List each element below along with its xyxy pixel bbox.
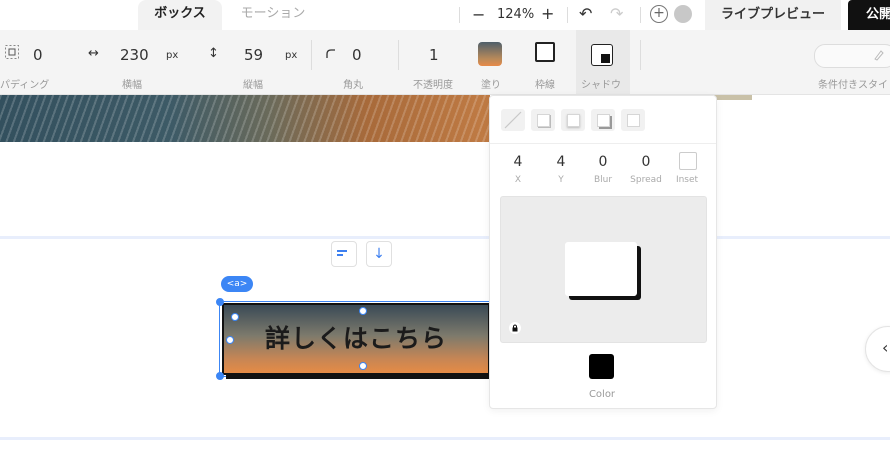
divider	[640, 7, 641, 23]
live-preview-button[interactable]: ライブプレビュー	[705, 0, 841, 30]
border-swatch[interactable]	[535, 42, 555, 62]
inset-label: Inset	[675, 175, 699, 185]
resize-handle[interactable]	[359, 307, 367, 315]
inset-checkbox[interactable]	[679, 152, 697, 170]
shadow-spread-value[interactable]: 0	[626, 154, 666, 170]
shadow-preset-large[interactable]	[591, 109, 615, 131]
width-unit: px	[166, 50, 179, 61]
add-collaborator-button[interactable]: +	[650, 5, 668, 23]
divider	[398, 40, 399, 70]
lock-icon[interactable]	[509, 322, 521, 334]
divider	[490, 143, 716, 144]
hero-image-edge	[714, 95, 752, 100]
radius-label: 角丸	[343, 80, 363, 91]
plus-icon: +	[653, 5, 665, 21]
shadow-preset-none[interactable]	[501, 109, 525, 131]
height-unit: px	[285, 50, 298, 61]
avatar[interactable]	[674, 5, 692, 23]
align-icon	[337, 250, 347, 258]
align-button[interactable]	[331, 241, 357, 267]
shadow-medium-icon	[567, 114, 580, 127]
shadow-preview	[500, 196, 707, 343]
shadow-x-label: X	[514, 175, 522, 185]
fill-swatch[interactable]	[478, 42, 502, 66]
brush-icon	[874, 50, 884, 61]
resize-handle[interactable]	[231, 313, 239, 321]
divider	[567, 7, 568, 23]
element-tag-badge[interactable]: <a>	[221, 276, 253, 292]
divider	[640, 40, 641, 70]
shadow-y-value[interactable]: 4	[541, 154, 581, 170]
width-arrow-icon: ↔	[88, 46, 99, 61]
shadow-preset-outline[interactable]	[621, 109, 645, 131]
shadow-property[interactable]: シャドウ	[576, 30, 630, 94]
publish-button[interactable]: 公開	[848, 0, 890, 30]
cta-button[interactable]: 詳しくはこちら	[222, 303, 490, 375]
corner-radius-icon	[326, 48, 336, 63]
shadow-color-label: Color	[588, 389, 616, 400]
shadow-preview-box	[565, 242, 637, 296]
property-bar: 0 パディング ↔ 230 px 横幅 ↕ 59 px 縦幅 0 角丸 1 不透…	[0, 30, 890, 95]
shadow-y-label: Y	[558, 175, 564, 185]
zoom-out-button[interactable]: −	[472, 5, 485, 24]
shadow-outline-icon	[627, 114, 640, 127]
shadow-panel: 4 X 4 Y 0 Blur 0 Spread Inset Color	[489, 95, 717, 409]
undo-button[interactable]: ↶	[579, 4, 592, 23]
width-value[interactable]: 230	[120, 46, 149, 64]
side-expand-button[interactable]: ‹	[865, 326, 890, 372]
hero-image[interactable]	[0, 95, 490, 142]
fill-label: 塗り	[481, 80, 501, 91]
resize-handle[interactable]	[216, 298, 224, 306]
chevron-left-icon: ‹	[882, 338, 889, 357]
shadow-icon	[591, 44, 613, 66]
section-boundary	[0, 437, 890, 440]
shadow-blur-value[interactable]: 0	[583, 154, 623, 170]
resize-handle[interactable]	[226, 336, 234, 344]
shadow-color-swatch[interactable]	[589, 354, 614, 379]
redo-button[interactable]: ↷	[610, 4, 623, 23]
shadow-label: シャドウ	[581, 80, 621, 91]
width-label: 横幅	[122, 80, 142, 91]
padding-label: パディング	[0, 80, 50, 91]
opacity-value[interactable]: 1	[429, 46, 439, 64]
move-down-button[interactable]: ↓	[366, 241, 392, 267]
opacity-label: 不透明度	[413, 80, 453, 91]
tab-motion[interactable]: モーション	[228, 0, 318, 30]
conditional-style-label: 条件付きスタイ	[818, 80, 888, 91]
top-bar: ボックス モーション − 124% + ↶ ↷ + ライブプレビュー 公開	[0, 0, 890, 30]
conditional-style-button[interactable]	[814, 44, 890, 68]
arrow-down-icon: ↓	[373, 246, 385, 262]
no-shadow-icon	[504, 111, 522, 129]
padding-icon	[5, 45, 19, 63]
shadow-spread-label: Spread	[630, 175, 662, 185]
height-value[interactable]: 59	[244, 46, 263, 64]
shadow-preset-small[interactable]	[531, 109, 555, 131]
section-boundary	[0, 236, 890, 239]
shadow-x-value[interactable]: 4	[498, 154, 538, 170]
height-label: 縦幅	[243, 80, 263, 91]
border-label: 枠線	[535, 80, 555, 91]
zoom-in-button[interactable]: +	[541, 4, 554, 23]
radius-value[interactable]: 0	[352, 46, 362, 64]
shadow-preset-medium[interactable]	[561, 109, 585, 131]
shadow-large-icon	[597, 114, 610, 127]
padding-value[interactable]: 0	[33, 46, 43, 64]
divider	[459, 7, 460, 23]
resize-handle[interactable]	[216, 372, 224, 380]
height-arrow-icon: ↕	[208, 46, 219, 61]
shadow-small-icon	[537, 114, 550, 127]
shadow-blur-label: Blur	[593, 175, 613, 185]
divider	[311, 40, 312, 70]
resize-handle[interactable]	[359, 362, 367, 370]
tab-box[interactable]: ボックス	[138, 0, 222, 30]
zoom-level: 124%	[497, 7, 535, 22]
